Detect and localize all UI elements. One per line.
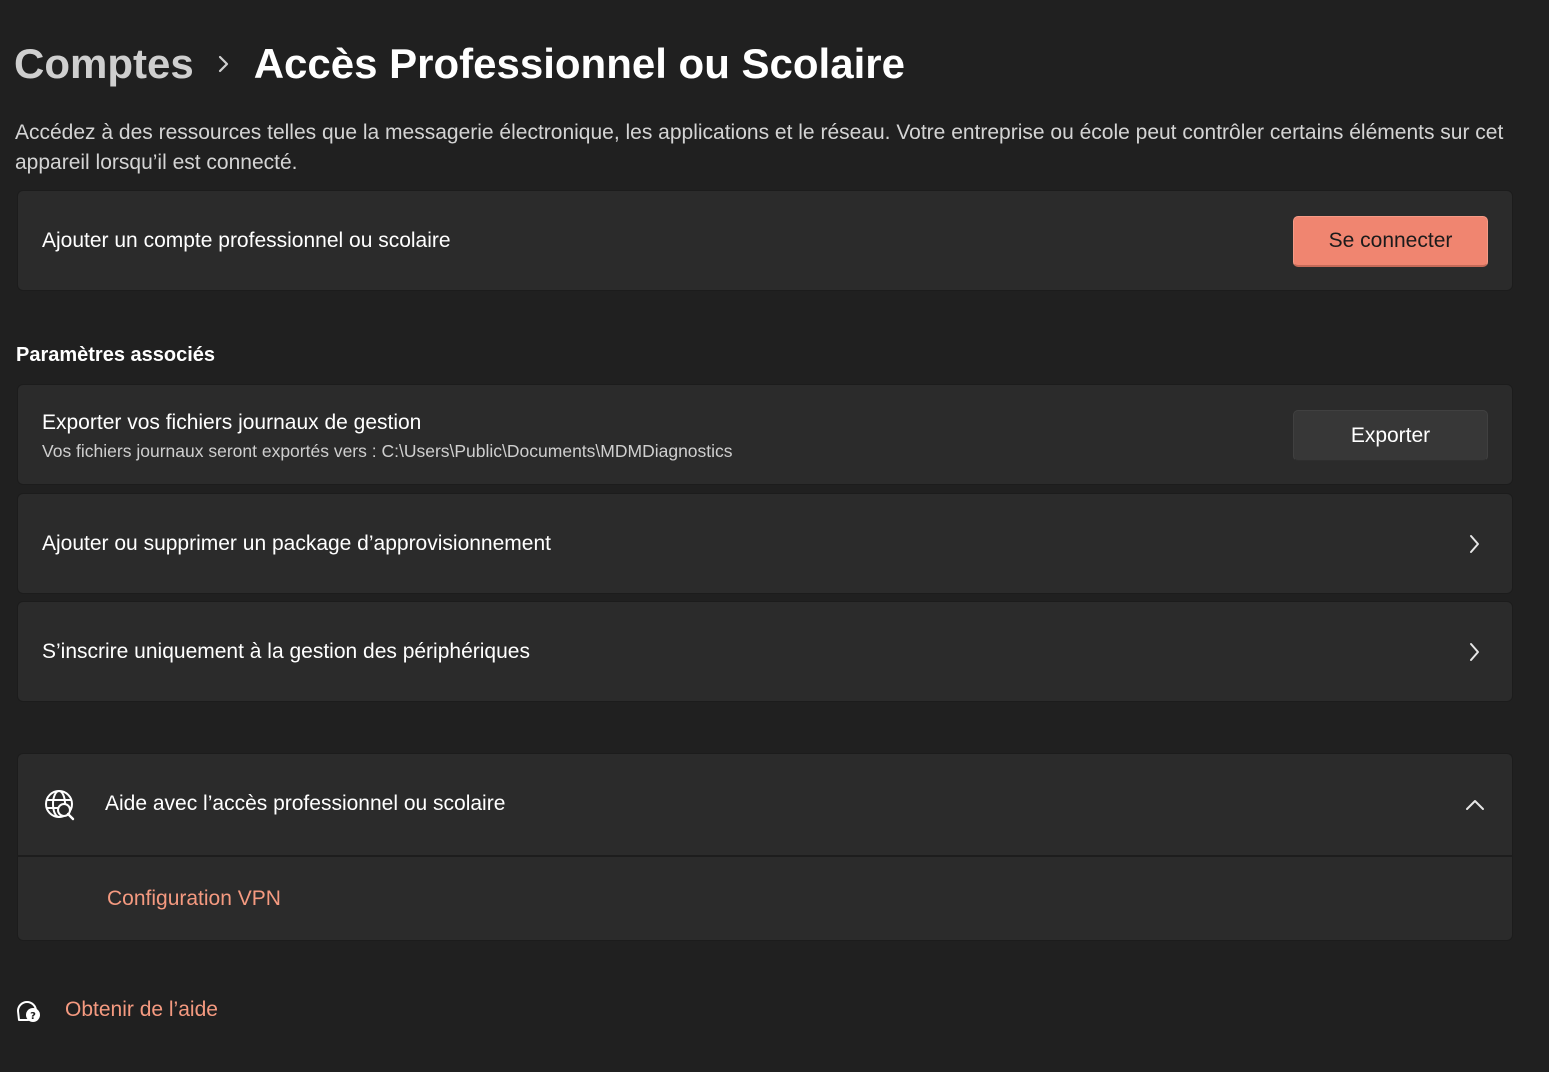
vpn-configuration-link[interactable]: Configuration VPN — [107, 887, 281, 911]
chevron-up-icon[interactable] — [1460, 790, 1490, 820]
get-help-row[interactable]: ? Obtenir de l’aide — [14, 992, 218, 1028]
export-logs-card: Exporter vos fichiers journaux de gestio… — [17, 384, 1513, 485]
chevron-right-icon — [1460, 637, 1490, 667]
provisioning-package-label: Ajouter ou supprimer un package d’approv… — [42, 532, 551, 555]
chevron-right-icon — [1460, 529, 1490, 559]
help-expander-content: Configuration VPN — [17, 857, 1513, 941]
device-management-enroll-label: S’inscrire uniquement à la gestion des p… — [42, 640, 530, 663]
page-description: Accédez à des ressources telles que la m… — [15, 121, 1504, 174]
svg-text:?: ? — [30, 1011, 36, 1022]
export-button[interactable]: Exporter — [1293, 410, 1488, 461]
help-expander: Aide avec l’accès professionnel ou scola… — [17, 753, 1513, 941]
page-title: Accès Professionnel ou Scolaire — [253, 40, 905, 87]
get-help-link[interactable]: Obtenir de l’aide — [65, 998, 218, 1022]
help-expander-header[interactable]: Aide avec l’accès professionnel ou scola… — [17, 753, 1513, 855]
export-logs-path: Vos fichiers journaux seront exportés ve… — [42, 441, 733, 461]
help-chat-icon: ? — [14, 995, 44, 1025]
provisioning-package-item[interactable]: Ajouter ou supprimer un package d’approv… — [17, 493, 1513, 594]
breadcrumb-parent-comptes[interactable]: Comptes — [14, 40, 194, 88]
add-account-card: Ajouter un compte professionnel ou scola… — [17, 190, 1513, 291]
add-account-label: Ajouter un compte professionnel ou scola… — [42, 229, 451, 252]
help-expander-title: Aide avec l’accès professionnel ou scola… — [105, 792, 506, 815]
breadcrumb: Comptes Accès Professionnel ou Scolaire — [14, 36, 905, 92]
device-management-enroll-item[interactable]: S’inscrire uniquement à la gestion des p… — [17, 601, 1513, 702]
globe-search-icon — [42, 787, 78, 823]
export-logs-title: Exporter vos fichiers journaux de gestio… — [42, 411, 422, 434]
sign-in-button[interactable]: Se connecter — [1293, 216, 1488, 267]
related-settings-heading: Paramètres associés — [16, 344, 216, 366]
chevron-right-icon — [194, 36, 254, 92]
